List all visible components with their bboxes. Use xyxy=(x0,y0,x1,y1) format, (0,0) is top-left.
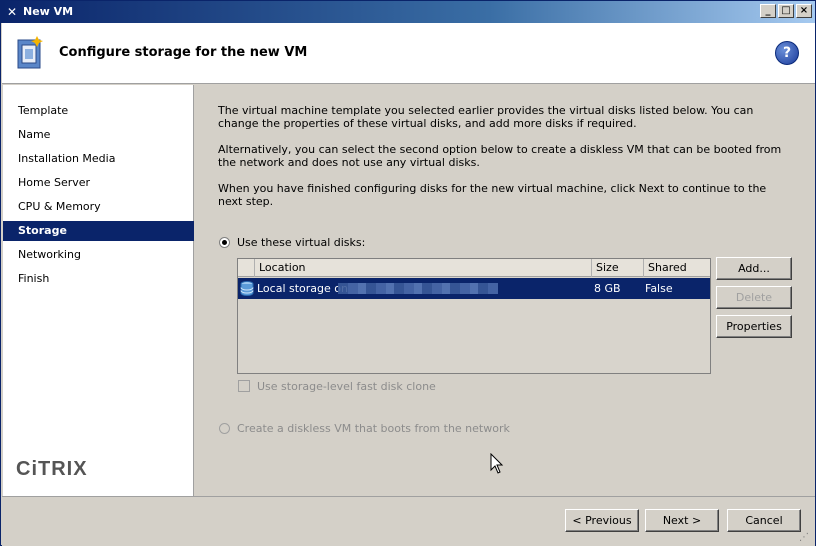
citrix-logo: CiTRIX xyxy=(16,458,88,480)
xen-app-icon: ✕ xyxy=(6,5,18,19)
page-title: Configure storage for the new VM xyxy=(59,45,308,60)
storage-page: The virtual machine template you selecte… xyxy=(195,85,815,496)
step-template[interactable]: Template xyxy=(3,101,194,121)
intro-text-2: Alternatively, you can select the second… xyxy=(218,143,782,169)
new-vm-window: ✕ New VM _ □ × Configure storage for the… xyxy=(0,0,816,546)
step-storage[interactable]: Storage xyxy=(3,221,194,241)
step-home-server[interactable]: Home Server xyxy=(3,173,194,193)
step-finish[interactable]: Finish xyxy=(3,269,194,289)
close-button[interactable]: × xyxy=(796,4,812,18)
title-bar[interactable]: ✕ New VM _ □ × xyxy=(1,1,815,23)
fast-clone-checkbox[interactable] xyxy=(238,380,250,392)
new-vm-wizard-icon xyxy=(17,36,43,69)
use-disks-radio[interactable] xyxy=(219,237,230,248)
disk-properties-button[interactable]: Properties xyxy=(716,315,792,338)
intro-text-3: When you have finished configuring disks… xyxy=(218,182,767,208)
previous-button[interactable]: < Previous xyxy=(565,509,639,532)
disk-location: Local storage on xyxy=(257,282,348,295)
wizard-steps-sidebar: Template Name Installation Media Home Se… xyxy=(3,85,194,496)
table-header-icon-column xyxy=(238,259,254,277)
intro-text-1: The virtual machine template you selecte… xyxy=(218,104,754,130)
table-header: Location Size Shared xyxy=(238,259,710,277)
step-installation-media[interactable]: Installation Media xyxy=(3,149,194,169)
step-cpu-memory[interactable]: CPU & Memory xyxy=(3,197,194,217)
wizard-header: Configure storage for the new VM ? xyxy=(2,23,815,84)
disk-size: 8 GB xyxy=(594,282,621,295)
window-title: New VM xyxy=(23,5,74,18)
fast-clone-label[interactable]: Use storage-level fast disk clone xyxy=(257,380,436,393)
column-location[interactable]: Location xyxy=(254,259,591,277)
wizard-footer: < Previous Next > Cancel xyxy=(2,496,815,546)
next-button[interactable]: Next > xyxy=(645,509,719,532)
column-size[interactable]: Size xyxy=(591,259,643,277)
resize-grip-icon[interactable]: ⋰ xyxy=(799,532,813,544)
disk-shared: False xyxy=(645,282,673,295)
delete-disk-button[interactable]: Delete xyxy=(716,286,792,309)
minimize-button[interactable]: _ xyxy=(760,4,776,18)
use-disks-label[interactable]: Use these virtual disks: xyxy=(237,236,365,249)
add-disk-button[interactable]: Add... xyxy=(716,257,792,280)
virtual-disks-table[interactable]: Location Size Shared Local storage on 8 … xyxy=(237,258,711,374)
column-shared[interactable]: Shared xyxy=(643,259,710,277)
diskless-radio[interactable] xyxy=(219,423,230,434)
maximize-button[interactable]: □ xyxy=(778,4,794,18)
step-name[interactable]: Name xyxy=(3,125,194,145)
table-row[interactable]: Local storage on 8 GB False xyxy=(238,278,710,299)
disk-icon xyxy=(240,281,254,296)
cancel-button[interactable]: Cancel xyxy=(727,509,801,532)
redacted-host-name xyxy=(338,283,498,294)
diskless-label[interactable]: Create a diskless VM that boots from the… xyxy=(237,422,510,435)
mouse-cursor-icon xyxy=(490,453,504,474)
step-networking[interactable]: Networking xyxy=(3,245,194,265)
help-icon[interactable]: ? xyxy=(775,41,799,65)
